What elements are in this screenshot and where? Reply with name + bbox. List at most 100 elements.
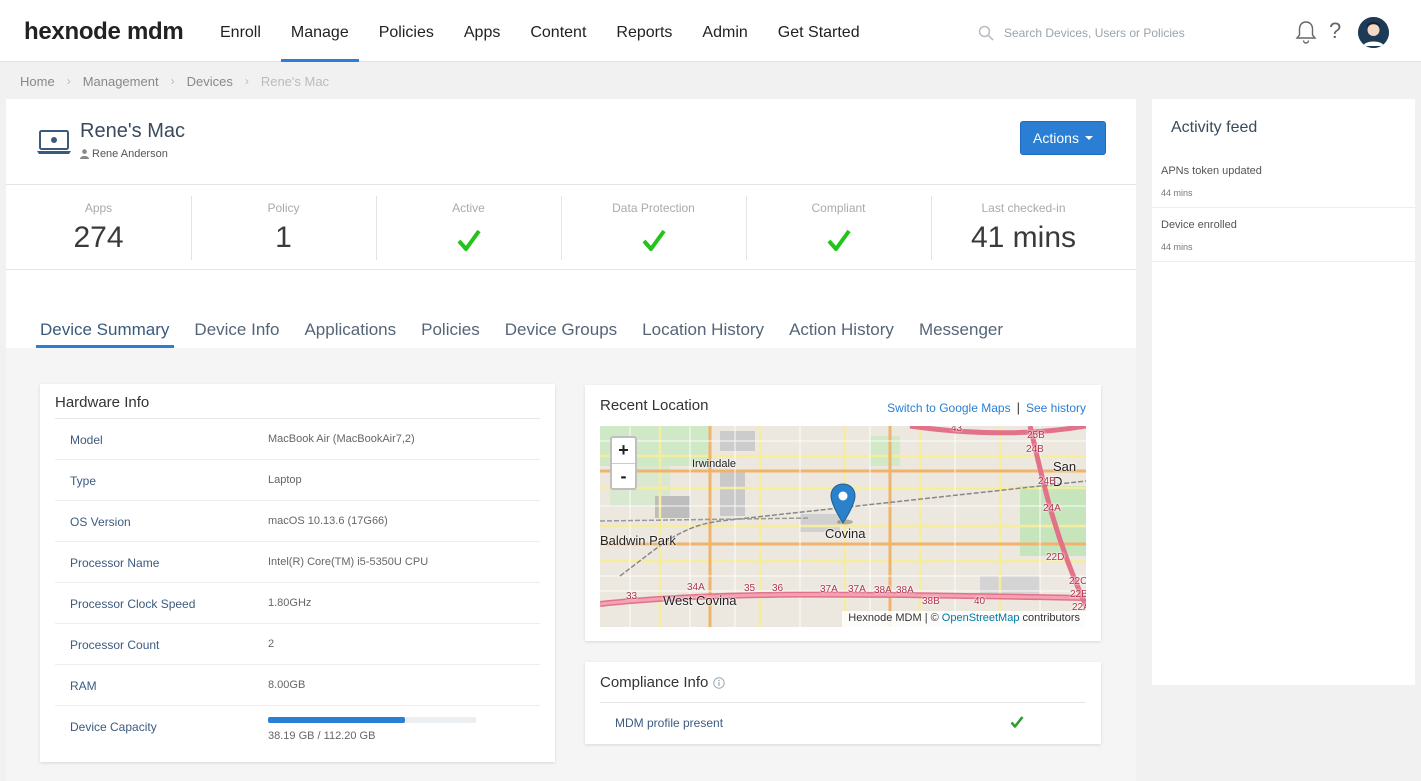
openstreetmap-link[interactable]: OpenStreetMap — [942, 612, 1020, 624]
global-search — [978, 22, 1238, 44]
breadcrumb-devices[interactable]: Devices — [187, 74, 233, 89]
info-icon[interactable] — [713, 676, 726, 689]
check-icon — [456, 229, 481, 251]
search-input[interactable] — [1004, 26, 1224, 40]
feed-item-time: 44 mins — [1161, 188, 1193, 198]
row-key: Processor Count — [70, 638, 160, 652]
capacity-progress-bar — [268, 717, 476, 723]
tab-messenger[interactable]: Messenger — [919, 313, 1003, 348]
attribution-suffix: contributors — [1022, 612, 1080, 624]
nav-enroll[interactable]: Enroll — [220, 0, 261, 62]
bell-icon[interactable] — [1295, 20, 1317, 44]
road-label: 37A — [848, 584, 866, 595]
road-label: 33 — [626, 591, 638, 602]
help-icon[interactable]: ? — [1329, 18, 1341, 44]
stat-value: 1 — [275, 221, 292, 254]
tab-device-info[interactable]: Device Info — [194, 313, 279, 348]
location-pin-icon[interactable] — [830, 483, 856, 525]
attribution-prefix: Hexnode MDM | © — [848, 612, 939, 624]
road-label: 25B — [1027, 430, 1045, 441]
chevron-right-icon: › — [170, 74, 175, 88]
road-label: 43 — [951, 426, 963, 434]
feed-item-text: APNs token updated — [1161, 165, 1262, 177]
device-owner[interactable]: Rene Anderson — [80, 148, 168, 160]
road-label: 24B — [1038, 476, 1056, 487]
table-row: Processor Count 2 — [55, 624, 540, 665]
hardware-info-table: Model MacBook Air (MacBookAir7,2) Type L… — [55, 419, 540, 747]
device-tabs: Device Summary Device Info Applications … — [35, 313, 1028, 348]
nav-content[interactable]: Content — [530, 0, 586, 62]
road-label: 22B — [1070, 589, 1086, 600]
device-owner-name: Rene Anderson — [92, 148, 168, 160]
table-row: Processor Clock Speed 1.80GHz — [55, 583, 540, 624]
zoom-in-button[interactable]: + — [612, 438, 635, 463]
location-map[interactable]: Irwindale Baldwin Park Covina West Covin… — [600, 426, 1086, 627]
table-row: Type Laptop — [55, 460, 540, 501]
tab-location-history[interactable]: Location History — [642, 313, 764, 348]
stat-label: Last checked-in — [981, 201, 1066, 215]
check-icon — [641, 229, 666, 251]
row-key: Type — [70, 474, 97, 488]
stat-label: Data Protection — [612, 201, 695, 215]
chevron-right-icon: › — [244, 74, 249, 88]
link-separator: | — [1016, 400, 1020, 415]
nav-manage[interactable]: Manage — [280, 0, 359, 62]
nav-admin[interactable]: Admin — [702, 0, 747, 62]
tab-device-groups[interactable]: Device Groups — [505, 313, 617, 348]
map-label: Covina — [825, 526, 866, 541]
top-navigation-bar: hexnode mdm Enroll Manage Policies Apps … — [0, 0, 1421, 62]
breadcrumb-management[interactable]: Management — [83, 74, 159, 89]
feed-item-text: Device enrolled — [1161, 219, 1237, 231]
switch-to-google-maps-link[interactable]: Switch to Google Maps — [887, 401, 1010, 415]
see-history-link[interactable]: See history — [1026, 401, 1086, 415]
row-key: RAM — [70, 679, 97, 693]
hexnode-logo[interactable]: hexnode mdm — [24, 18, 184, 46]
row-key: OS Version — [70, 515, 131, 529]
nav-policies[interactable]: Policies — [379, 0, 434, 62]
stat-policy[interactable]: Policy 1 — [191, 185, 376, 271]
tab-policies[interactable]: Policies — [421, 313, 480, 348]
stat-last-checked-in: Last checked-in 41 mins — [931, 185, 1116, 271]
road-label: 24A — [1043, 503, 1061, 514]
row-key: Processor Name — [70, 556, 160, 570]
breadcrumb: Home › Management › Devices › Rene's Mac — [20, 72, 329, 90]
row-value: 1.80GHz — [268, 597, 312, 609]
recent-location-title: Recent Location — [600, 397, 709, 414]
feed-item-time: 44 mins — [1161, 242, 1193, 252]
feed-item: APNs token updated 44 mins — [1152, 154, 1415, 208]
row-value: Intel(R) Core(TM) i5-5350U CPU — [268, 556, 429, 568]
stat-active: Active — [376, 185, 561, 271]
feed-item: Device enrolled 44 mins — [1152, 208, 1415, 262]
row-value: 2 — [268, 638, 275, 650]
row-value: 8.00GB — [268, 679, 306, 691]
device-detail-panel: Rene's Mac Rene Anderson Actions Apps 27… — [6, 99, 1136, 781]
nav-apps[interactable]: Apps — [464, 0, 500, 62]
nav-reports[interactable]: Reports — [616, 0, 672, 62]
table-row: RAM 8.00GB — [55, 665, 540, 706]
tab-device-summary[interactable]: Device Summary — [35, 313, 175, 348]
road-label: 34A — [687, 582, 705, 593]
breadcrumb-home[interactable]: Home — [20, 74, 55, 89]
road-label: 38B — [922, 596, 940, 607]
map-label: West Covina — [663, 593, 737, 608]
breadcrumb-current: Rene's Mac — [260, 73, 330, 89]
user-avatar[interactable] — [1358, 17, 1389, 48]
capacity-progress-fill — [268, 717, 406, 723]
divider — [600, 702, 1086, 703]
compliance-row-key: MDM profile present — [615, 716, 724, 730]
laptop-icon — [37, 130, 71, 154]
stat-value: 274 — [73, 221, 124, 254]
search-icon — [978, 25, 994, 41]
tab-action-history[interactable]: Action History — [789, 313, 894, 348]
caret-down-icon — [1084, 136, 1093, 140]
compliance-info-title: Compliance Info — [600, 674, 709, 691]
actions-dropdown-button[interactable]: Actions — [1020, 121, 1106, 155]
road-label: 36 — [772, 583, 784, 594]
row-value: MacBook Air (MacBookAir7,2) — [268, 433, 415, 445]
row-value: macOS 10.13.6 (17G66) — [268, 515, 388, 527]
stat-data-protection: Data Protection — [561, 185, 746, 271]
zoom-out-button[interactable]: - — [612, 463, 635, 488]
tab-applications[interactable]: Applications — [304, 313, 396, 348]
stat-apps[interactable]: Apps 274 — [6, 185, 191, 271]
nav-get-started[interactable]: Get Started — [778, 0, 860, 62]
